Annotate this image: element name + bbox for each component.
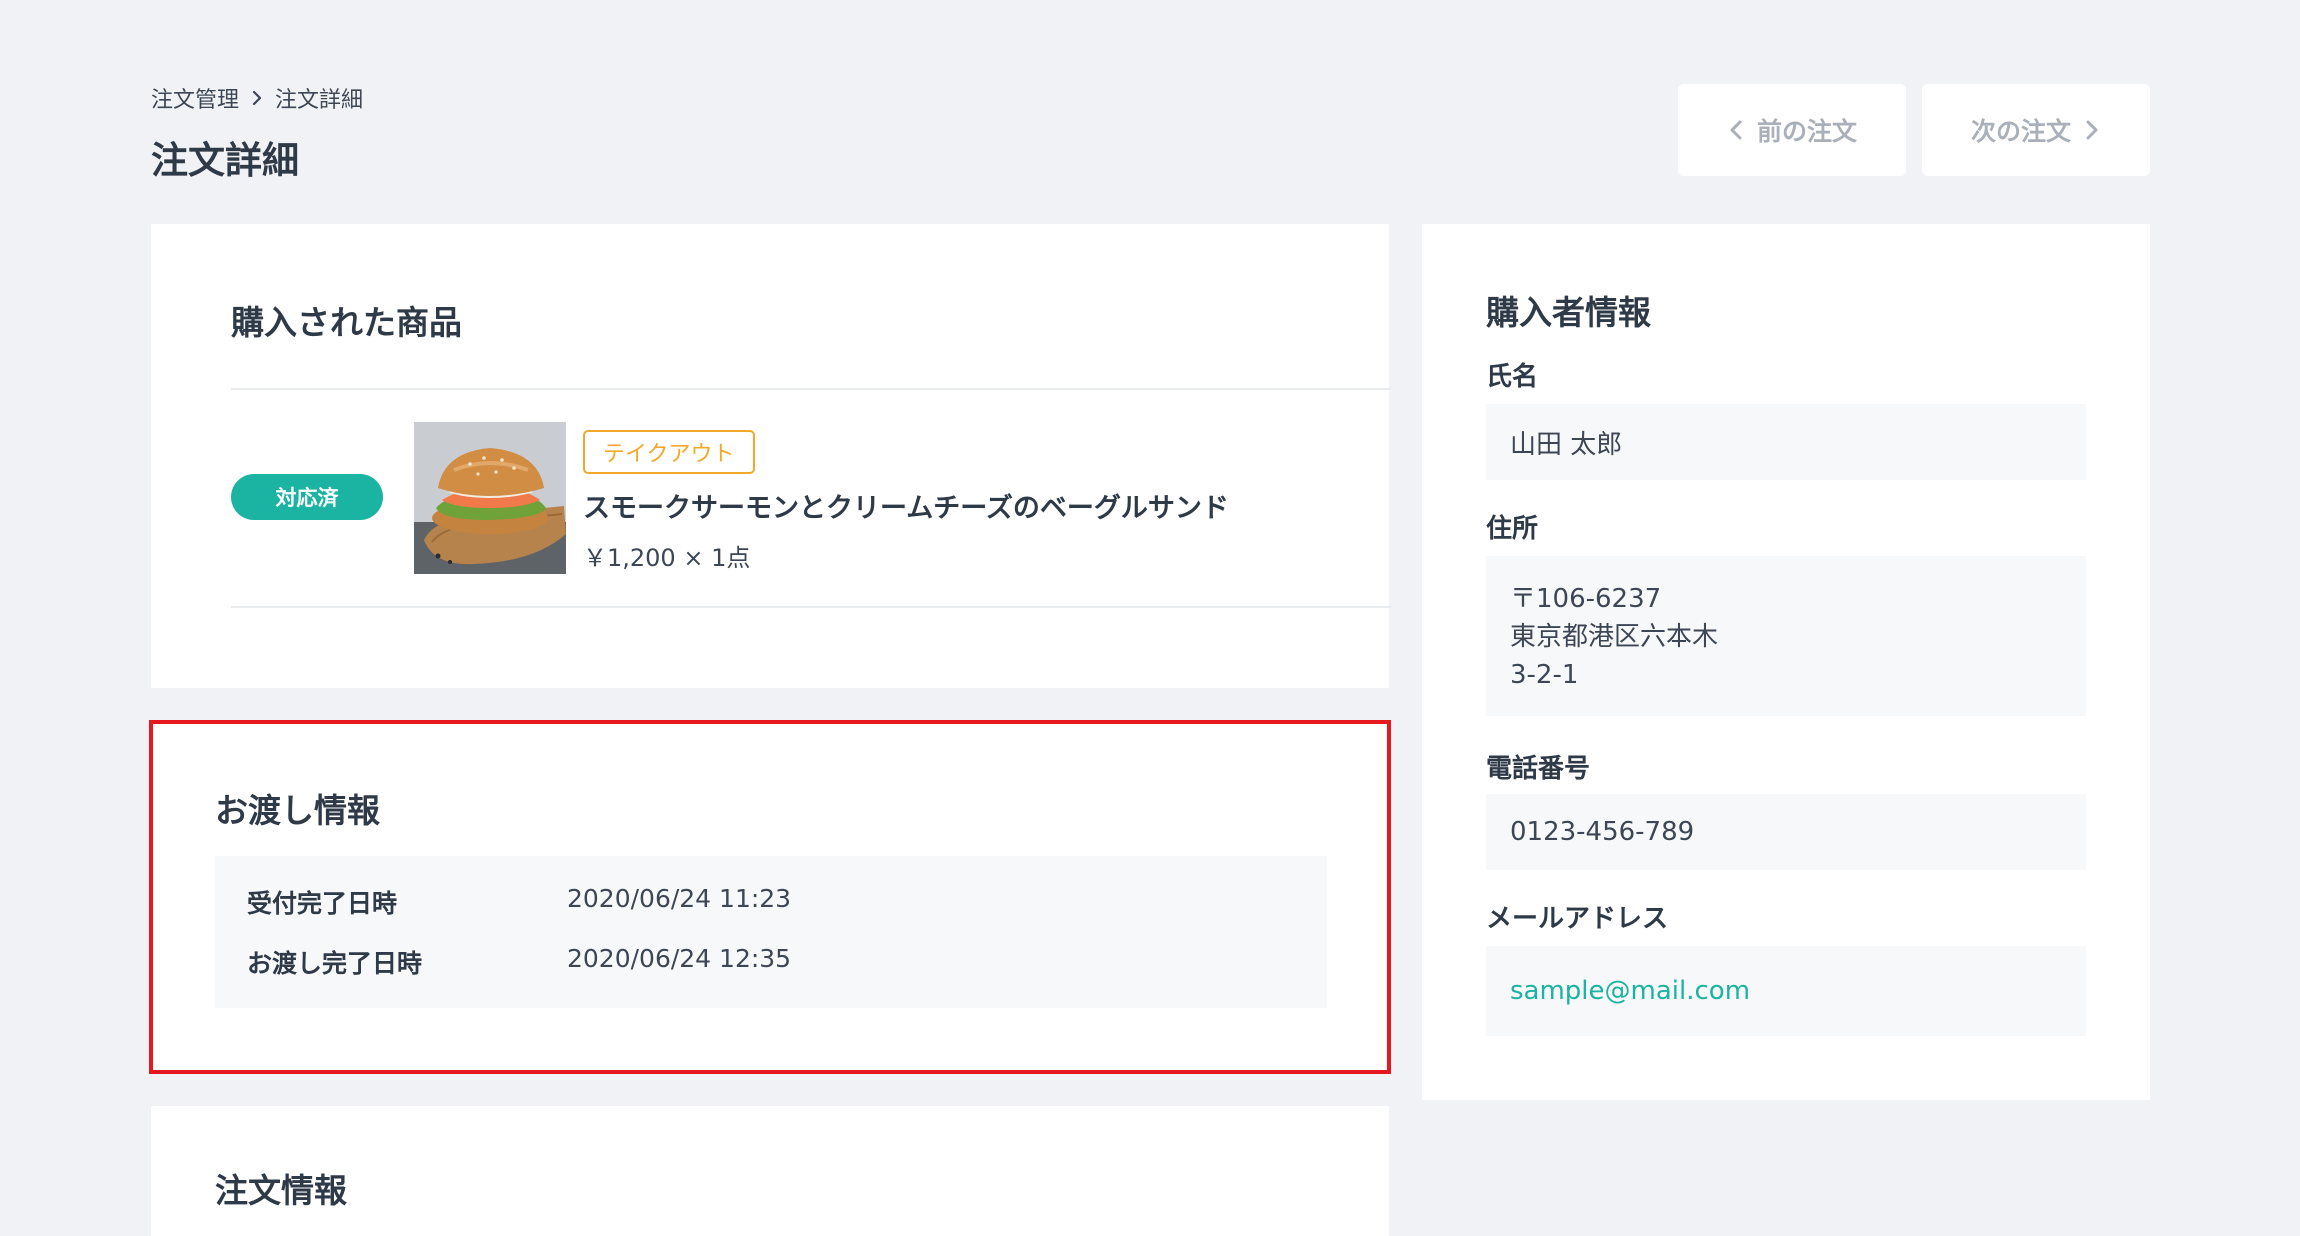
buyer-name-label: 氏名	[1486, 362, 1539, 392]
divider	[231, 388, 1391, 390]
delivery-info-card: お渡し情報 受付完了日時 2020/06/24 11:23 お渡し完了日時 20…	[149, 720, 1391, 1074]
address-line-1: 東京都港区六本木	[1510, 622, 1719, 652]
delivery-info-title: お渡し情報	[215, 791, 380, 830]
address-line-2: 3-2-1	[1510, 660, 1579, 690]
bagel-sandwich-image	[414, 422, 566, 574]
reception-completed-value: 2020/06/24 11:23	[567, 884, 792, 913]
product-image[interactable]	[414, 422, 566, 574]
buyer-address-value: 〒106-6237 東京都港区六本木 3-2-1	[1486, 556, 2086, 716]
purchased-products-card: 購入された商品 対応済 テイクアウト スモークサーモンとクリームチーズのベーグル…	[151, 224, 1391, 688]
reception-completed-row: 受付完了日時 2020/06/24 11:23	[247, 884, 791, 920]
chevron-right-icon	[252, 90, 262, 106]
buyer-info-title: 購入者情報	[1486, 293, 1651, 332]
handover-completed-label: お渡し完了日時	[247, 949, 423, 978]
buyer-phone-value: 0123-456-789	[1486, 794, 2086, 870]
takeout-tag: テイクアウト	[583, 430, 755, 474]
handover-completed-row: お渡し完了日時 2020/06/24 12:35	[247, 944, 791, 980]
prev-order-button[interactable]: 前の注文	[1678, 84, 1906, 176]
buyer-info-card: 購入者情報 氏名 山田 太郎 住所 〒106-6237 東京都港区六本木 3-2…	[1422, 224, 2150, 1100]
order-info-card: 注文情報	[151, 1106, 1389, 1236]
chevron-left-icon	[1730, 120, 1742, 140]
buyer-name-value: 山田 太郎	[1486, 404, 2086, 480]
next-order-button[interactable]: 次の注文	[1922, 84, 2150, 176]
buyer-phone-label: 電話番号	[1486, 754, 1591, 784]
prev-order-label: 前の注文	[1756, 117, 1857, 146]
buyer-email-link[interactable]: sample@mail.com	[1510, 976, 1750, 1006]
buyer-address-label: 住所	[1486, 514, 1539, 544]
buyer-email-box: sample@mail.com	[1486, 946, 2086, 1036]
handover-completed-value: 2020/06/24 12:35	[567, 944, 792, 973]
address-postal-code: 〒106-6237	[1510, 584, 1662, 614]
reception-completed-label: 受付完了日時	[247, 889, 398, 918]
breadcrumb-parent-link[interactable]: 注文管理	[151, 82, 239, 114]
purchased-products-title: 購入された商品	[231, 303, 462, 342]
product-name[interactable]: スモークサーモンとクリームチーズのベーグルサンド	[583, 486, 1229, 525]
status-badge: 対応済	[231, 474, 383, 520]
next-order-label: 次の注文	[1970, 117, 2071, 146]
breadcrumb: 注文管理 注文詳細	[151, 82, 363, 114]
order-info-title: 注文情報	[215, 1171, 347, 1210]
buyer-email-label: メールアドレス	[1486, 904, 1669, 934]
breadcrumb-current: 注文詳細	[275, 88, 364, 113]
divider	[231, 606, 1391, 608]
chevron-right-icon	[2086, 120, 2098, 140]
product-price-quantity: ￥1,200 × 1点	[583, 544, 751, 572]
page-title: 注文詳細	[151, 139, 299, 182]
delivery-info-box: 受付完了日時 2020/06/24 11:23 お渡し完了日時 2020/06/…	[215, 856, 1327, 1008]
order-detail-page: 注文管理 注文詳細 注文詳細 前の注文 次の注文 購入された商品 対応済 テイク…	[0, 0, 2300, 1236]
